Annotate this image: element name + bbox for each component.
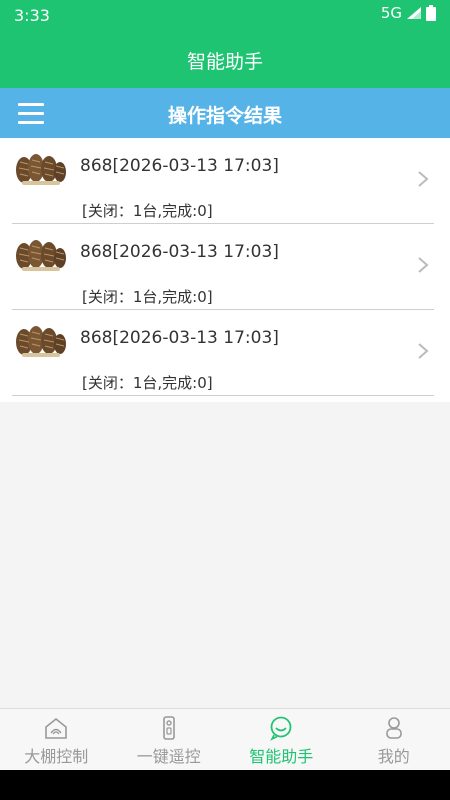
morel-mushroom-thumbnail bbox=[16, 154, 66, 185]
result-list: 868[2026-03-13 17:03] [关闭：1台,完成:0] 868[2… bbox=[0, 138, 450, 402]
result-summary: [关闭：1台,完成:0] bbox=[82, 374, 213, 392]
result-title: 868[2026-03-13 17:03] bbox=[80, 328, 279, 348]
bottom-navigation: 大棚控制 一键遥控 智能助手 我的 bbox=[0, 708, 450, 771]
result-item[interactable]: 868[2026-03-13 17:03] [关闭：1台,完成:0] bbox=[0, 310, 450, 396]
chevron-right-icon bbox=[418, 171, 429, 187]
network-type: 5G bbox=[380, 4, 402, 22]
battery-icon bbox=[426, 5, 436, 21]
nav-item-profile[interactable]: 我的 bbox=[338, 709, 450, 771]
app-bar: 智能助手 bbox=[0, 32, 450, 88]
assistant-icon bbox=[270, 716, 292, 741]
result-summary: [关闭：1台,完成:0] bbox=[82, 202, 213, 220]
nav-label: 我的 bbox=[377, 747, 410, 766]
status-time: 3:33 bbox=[14, 6, 50, 25]
nav-item-greenhouse-control[interactable]: 大棚控制 bbox=[0, 709, 113, 771]
chevron-right-icon bbox=[418, 343, 429, 359]
nav-item-smart-assistant[interactable]: 智能助手 bbox=[225, 709, 338, 771]
result-summary: [关闭：1台,完成:0] bbox=[82, 288, 213, 306]
signal-icon bbox=[407, 7, 421, 19]
nav-label: 大棚控制 bbox=[24, 747, 89, 766]
status-bar: 3:33 5G bbox=[0, 0, 450, 32]
row-divider bbox=[12, 395, 434, 396]
sub-bar-title: 操作指令结果 bbox=[167, 105, 282, 127]
remote-icon bbox=[162, 716, 175, 740]
profile-icon bbox=[385, 717, 402, 739]
result-title: 868[2026-03-13 17:03] bbox=[80, 242, 279, 262]
nav-label: 一键遥控 bbox=[136, 747, 201, 766]
app-screen: 3:33 5G 智能助手 操作指令结果 868[2026-03-13 17:03… bbox=[0, 0, 450, 800]
result-item[interactable]: 868[2026-03-13 17:03] [关闭：1台,完成:0] bbox=[0, 138, 450, 224]
sub-bar: 操作指令结果 bbox=[0, 88, 450, 138]
result-item[interactable]: 868[2026-03-13 17:03] [关闭：1台,完成:0] bbox=[0, 224, 450, 310]
result-title: 868[2026-03-13 17:03] bbox=[80, 156, 279, 176]
morel-mushroom-thumbnail bbox=[16, 326, 66, 357]
nav-item-one-key-remote[interactable]: 一键遥控 bbox=[113, 709, 226, 771]
chevron-right-icon bbox=[418, 257, 429, 273]
status-indicators: 5G bbox=[381, 4, 436, 22]
nav-label: 智能助手 bbox=[249, 747, 314, 766]
system-navigation-bar bbox=[0, 770, 450, 800]
morel-mushroom-thumbnail bbox=[16, 240, 66, 271]
app-title: 智能助手 bbox=[186, 50, 263, 73]
greenhouse-icon bbox=[45, 717, 68, 739]
